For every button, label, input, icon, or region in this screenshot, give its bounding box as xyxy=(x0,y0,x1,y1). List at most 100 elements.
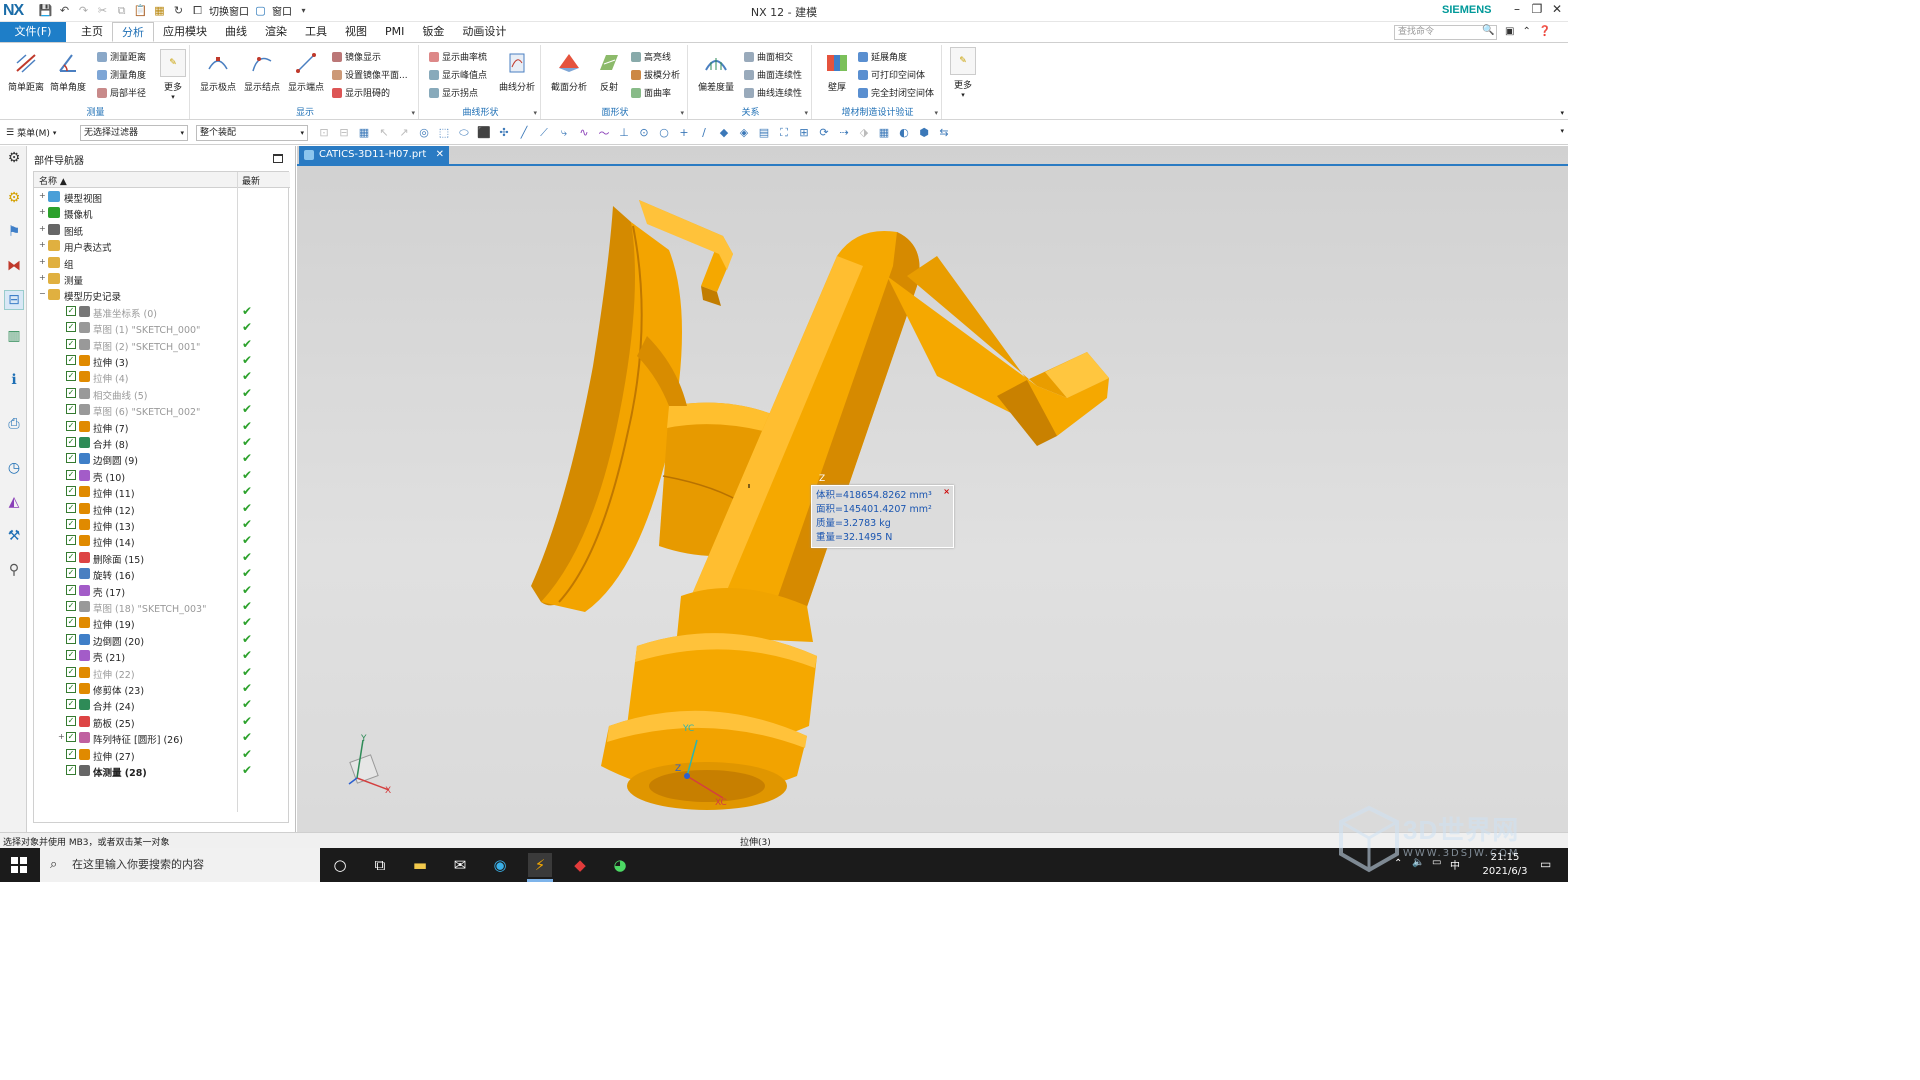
visibility-checkbox[interactable]: ✓ xyxy=(66,371,76,382)
constraint-navigator-icon[interactable]: ⚑ xyxy=(4,222,24,242)
tab-application[interactable]: 应用模块 xyxy=(154,22,216,42)
spline-icon[interactable]: ∿ xyxy=(576,124,592,141)
fit-view-icon[interactable]: ⛶ xyxy=(776,124,792,141)
column-name[interactable]: 名称 ▲ xyxy=(39,174,67,187)
network-icon[interactable]: ▭ xyxy=(1432,857,1441,868)
tree-feature-row[interactable]: ✓ 边倒圆 (9) ✔ xyxy=(34,451,290,467)
pan-icon[interactable]: ⇢ xyxy=(836,124,852,141)
repeat-command-icon[interactable]: ↻ xyxy=(171,3,186,18)
visibility-checkbox[interactable]: ✓ xyxy=(66,584,76,595)
cortana-icon[interactable]: ○ xyxy=(328,853,352,877)
show-knots-button[interactable]: 显示结点 xyxy=(242,49,282,93)
curve-analysis-button[interactable]: 曲线分析 xyxy=(497,49,537,93)
zoom-icon[interactable]: ⊞ xyxy=(796,124,812,141)
draft-analysis-button[interactable]: 拔模分析 xyxy=(631,68,680,81)
visibility-checkbox[interactable]: ✓ xyxy=(66,568,76,579)
restore-icon[interactable]: ❐ xyxy=(1530,2,1544,16)
wall-thickness-button[interactable]: 壁厚 xyxy=(816,49,858,93)
curve-continuity-button[interactable]: 曲线连续性 xyxy=(744,86,802,99)
notification-icon[interactable]: ▭ xyxy=(1540,857,1551,871)
search-icon[interactable]: 🔍 xyxy=(1482,25,1494,36)
set-mirror-plane-button[interactable]: 设置镜像平面... xyxy=(332,68,408,81)
tree-feature-row[interactable]: ✓ 相交曲线 (5) ✔ xyxy=(34,386,290,402)
visibility-checkbox[interactable]: ✓ xyxy=(66,551,76,562)
visibility-checkbox[interactable]: ✓ xyxy=(66,633,76,644)
process-studio-icon[interactable]: ⚒ xyxy=(4,526,24,546)
surface-intersection-button[interactable]: 曲面相交 xyxy=(744,50,793,63)
tree-feature-row[interactable]: ✓ 体测量 (28) ✔ xyxy=(34,763,290,779)
visibility-checkbox[interactable]: ✓ xyxy=(66,469,76,480)
tree-node-model-views[interactable]: + 模型视图 xyxy=(34,189,290,205)
visibility-checkbox[interactable]: ✓ xyxy=(66,617,76,628)
tree-feature-row[interactable]: ✓ 合并 (24) ✔ xyxy=(34,697,290,713)
tree-node-cameras[interactable]: + 摄像机 xyxy=(34,205,290,221)
local-radius-button[interactable]: 局部半径 xyxy=(97,86,146,99)
tab-view[interactable]: 视图 xyxy=(336,22,376,42)
nx-app-icon[interactable]: ⚡ xyxy=(528,853,552,877)
file-menu-button[interactable]: 文件(F) xyxy=(0,22,66,42)
cross-icon[interactable]: + xyxy=(676,124,692,141)
visibility-checkbox[interactable]: ✓ xyxy=(66,715,76,726)
visibility-checkbox[interactable]: ✓ xyxy=(66,519,76,529)
minimize-icon[interactable]: – xyxy=(1510,2,1524,16)
visibility-checkbox[interactable]: ✓ xyxy=(66,535,76,546)
switch-window-button[interactable]: 切换窗口 xyxy=(209,3,249,18)
tree-feature-row[interactable]: ✓ 草图 (6) "SKETCH_002" ✔ xyxy=(34,402,290,418)
chevron-down-icon[interactable]: ▾ xyxy=(804,109,808,117)
mail-icon[interactable]: ✉ xyxy=(448,853,472,877)
tree-feature-row[interactable]: ✓ 拉伸 (11) ✔ xyxy=(34,484,290,500)
rotate-icon[interactable]: ⟳ xyxy=(816,124,832,141)
tree-feature-row[interactable]: ✓ 拉伸 (22) ✔ xyxy=(34,665,290,681)
tree-node-drawings[interactable]: + 图纸 xyxy=(34,222,290,238)
chevron-down-icon[interactable]: ▾ xyxy=(533,109,537,117)
settings-icon[interactable]: ⚙ xyxy=(4,148,24,168)
tree-feature-row[interactable]: ✓ 草图 (2) "SKETCH_001" ✔ xyxy=(34,337,290,353)
tab-tools[interactable]: 工具 xyxy=(296,22,336,42)
chevron-down-icon[interactable]: ▾ xyxy=(680,109,684,117)
ribbon-display-icon[interactable]: ▣ xyxy=(1505,26,1514,37)
slash-icon[interactable]: ∕ xyxy=(696,124,712,141)
deselect-icon[interactable]: ⊟ xyxy=(336,124,352,141)
peak-points-button[interactable]: 显示峰值点 xyxy=(429,68,487,81)
menu-button[interactable]: ☰ 菜单(M) ▾ xyxy=(6,126,56,140)
tab-pmi[interactable]: PMI xyxy=(376,22,413,42)
simple-distance-button[interactable]: 简单距离 xyxy=(6,49,46,93)
center-icon[interactable]: ⊙ xyxy=(636,124,652,141)
simple-angle-button[interactable]: 简单角度 xyxy=(48,49,88,93)
tree-feature-row[interactable]: ✓ 基准坐标系 (0) ✔ xyxy=(34,304,290,320)
visibility-checkbox[interactable]: ✓ xyxy=(66,502,76,513)
visibility-checkbox[interactable]: ✓ xyxy=(66,437,76,447)
visibility-checkbox[interactable]: ✓ xyxy=(66,601,76,611)
cut-icon[interactable]: ✂ xyxy=(95,3,110,18)
tree-feature-row[interactable]: ✓ 拉伸 (3) ✔ xyxy=(34,353,290,369)
tab-home[interactable]: 主页 xyxy=(72,22,112,42)
visibility-checkbox[interactable]: ✓ xyxy=(66,453,76,464)
show-hide-icon[interactable]: ⇆ xyxy=(936,124,952,141)
reuse-library-icon[interactable]: ⧓ xyxy=(4,256,24,276)
expand-icon[interactable]: + xyxy=(39,257,47,266)
layer-icon[interactable]: ▤ xyxy=(756,124,772,141)
edge-icon[interactable]: ⟋ xyxy=(536,124,552,141)
undo-icon[interactable]: ↶ xyxy=(57,3,72,18)
visibility-checkbox[interactable]: ✓ xyxy=(66,732,76,743)
tree-node-groups[interactable]: + 组 xyxy=(34,255,290,271)
chevron-down-icon[interactable]: ▾ xyxy=(1560,127,1564,135)
tab-analysis[interactable]: 分析 xyxy=(112,22,154,42)
tree-feature-row[interactable]: ✓ 拉伸 (7) ✔ xyxy=(34,419,290,435)
tree-node-model-history[interactable]: − 模型历史记录 xyxy=(34,287,290,303)
assembly-navigator-icon[interactable]: ⚙ xyxy=(4,188,24,208)
visibility-checkbox[interactable]: ✓ xyxy=(66,650,76,661)
visibility-checkbox[interactable]: ✓ xyxy=(66,322,76,333)
type-filter-select[interactable]: 无选择过滤器 ▾ xyxy=(80,125,188,141)
tree-feature-row[interactable]: ✓ 删除面 (15) ✔ xyxy=(34,550,290,566)
wave-icon[interactable]: 〜 xyxy=(596,124,612,141)
task-view-icon[interactable]: ⧉ xyxy=(368,853,392,877)
mirror-display-button[interactable]: 镜像显示 xyxy=(332,50,381,63)
clock-icon[interactable]: ◷ xyxy=(4,458,24,478)
measure-distance-button[interactable]: 测量距离 xyxy=(97,50,146,63)
wechat-icon[interactable]: ◕ xyxy=(608,853,632,877)
window-icon[interactable]: ▢ xyxy=(253,3,268,18)
tree-feature-row[interactable]: ✓ 拉伸 (19) ✔ xyxy=(34,615,290,631)
visibility-checkbox[interactable]: ✓ xyxy=(66,305,76,316)
measurement-annotation[interactable]: × 体积=418654.8262 mm³ 面积=145401.4207 mm² … xyxy=(811,485,954,548)
